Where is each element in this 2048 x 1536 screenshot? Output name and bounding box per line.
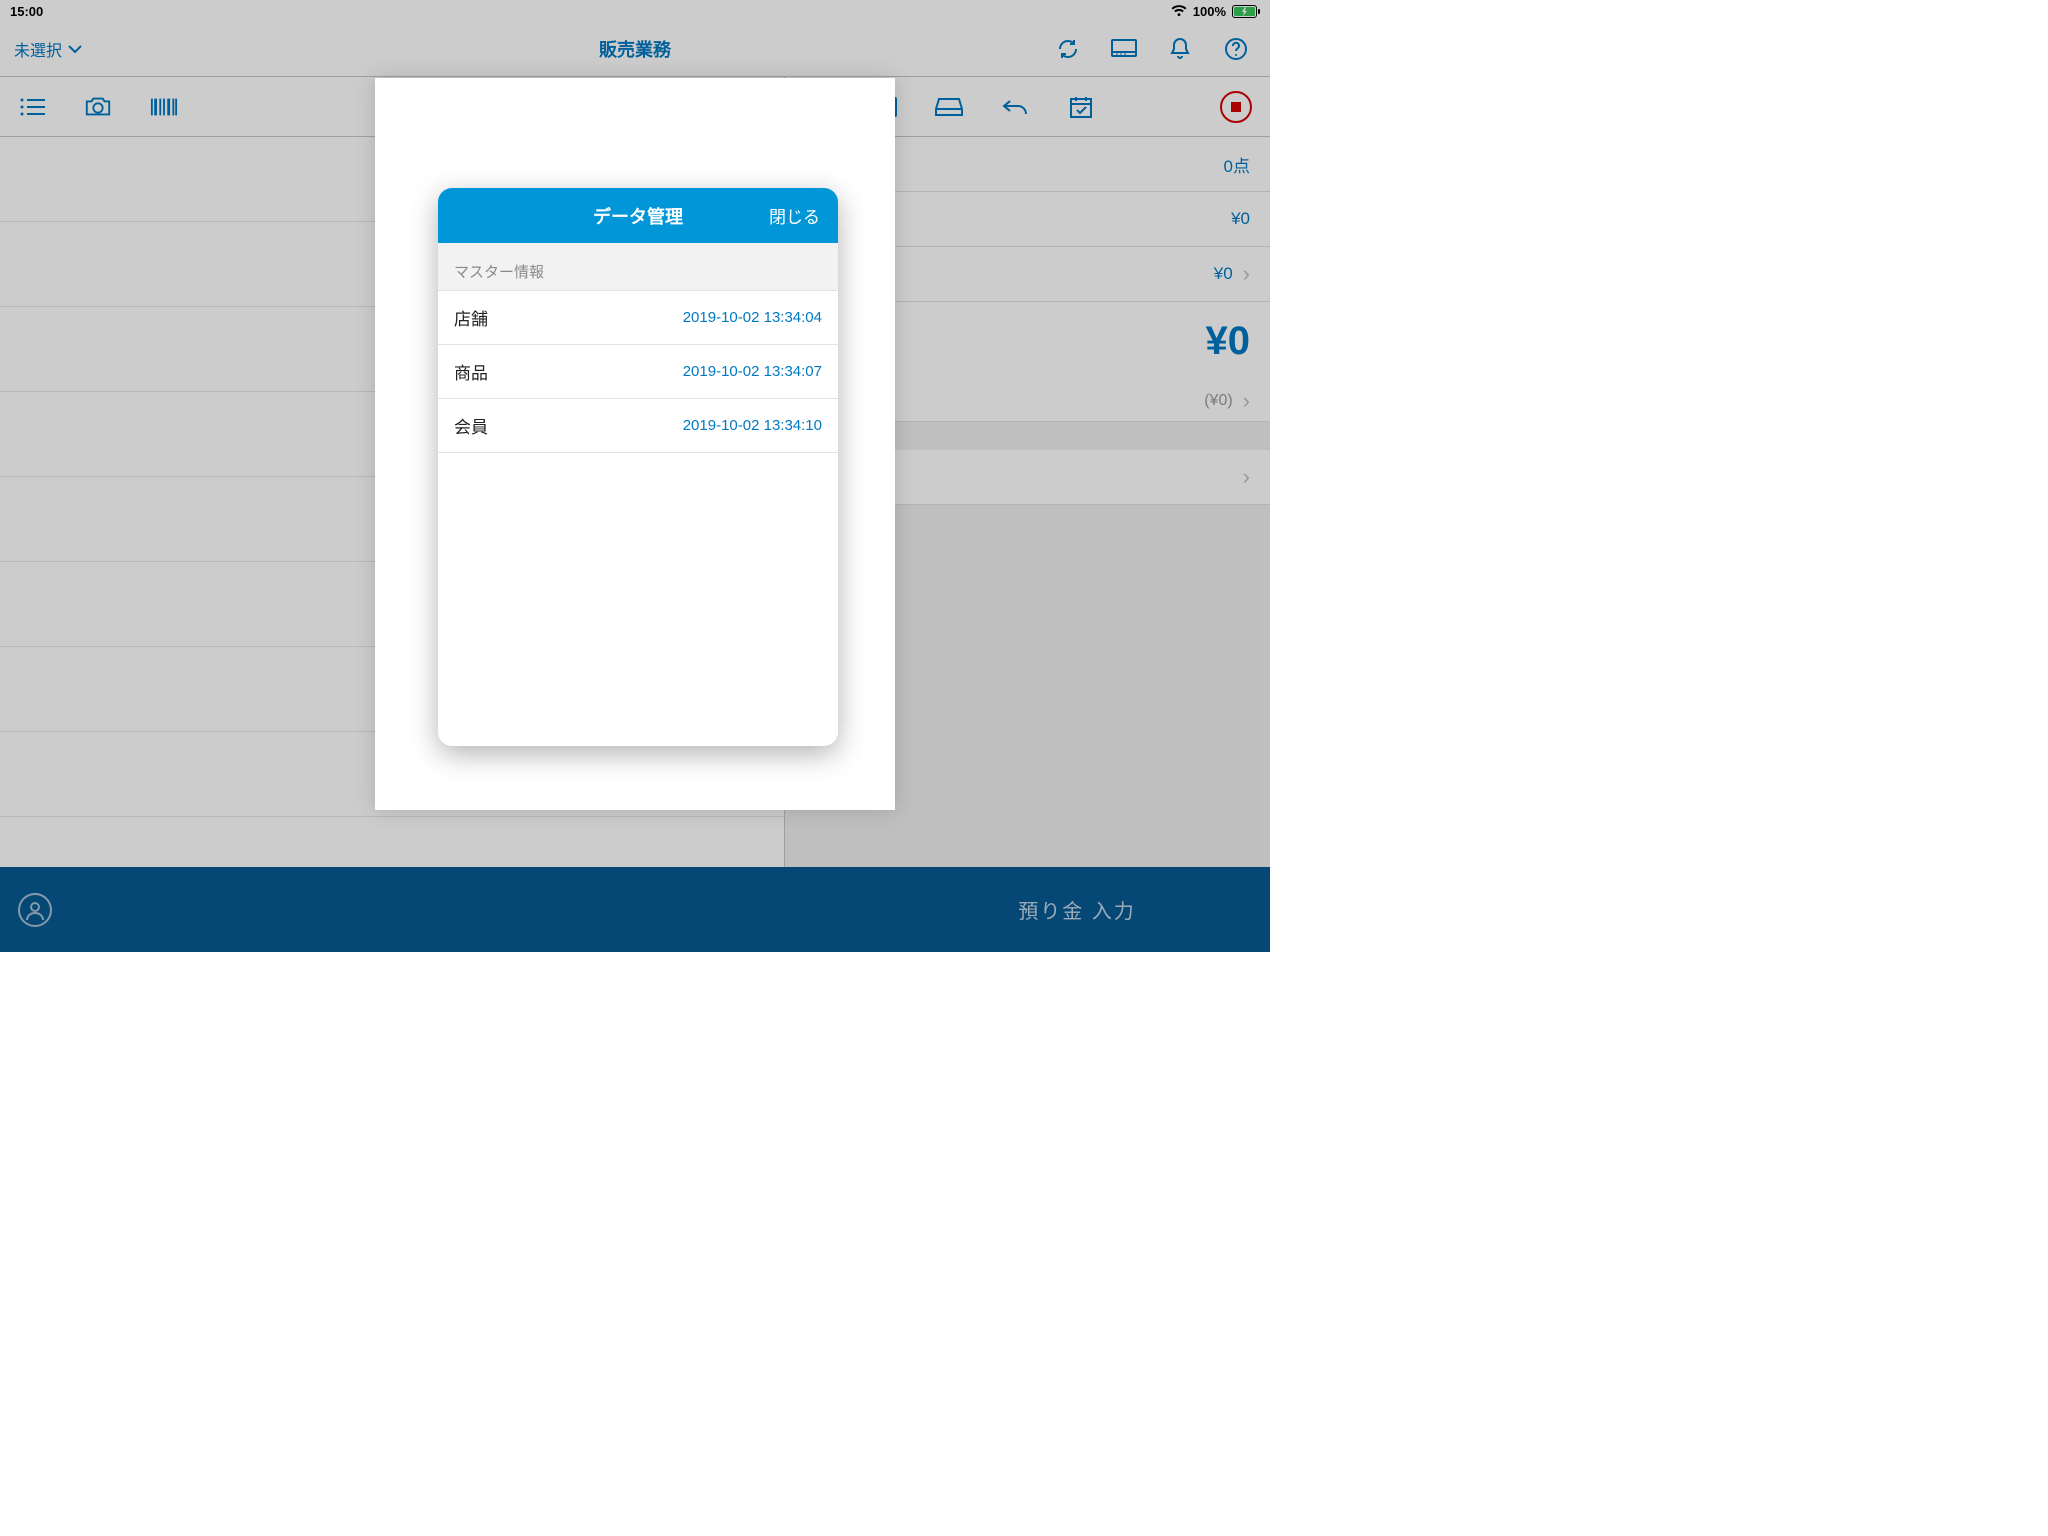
master-row-time: 2019-10-02 13:34:10 [683, 417, 822, 434]
master-row-store[interactable]: 店舗 2019-10-02 13:34:04 [438, 291, 838, 345]
master-row-label: 商品 [454, 359, 488, 384]
close-button[interactable]: 閉じる [769, 203, 838, 228]
master-row-member[interactable]: 会員 2019-10-02 13:34:10 [438, 399, 838, 453]
master-row-time: 2019-10-02 13:34:07 [683, 363, 822, 380]
master-row-time: 2019-10-02 13:34:04 [683, 309, 822, 326]
master-row-label: 会員 [454, 413, 488, 438]
data-management-popover: データ管理 閉じる マスター情報 店舗 2019-10-02 13:34:04 … [438, 188, 838, 746]
popover-section-header: マスター情報 [438, 243, 838, 291]
popover-body: 店舗 2019-10-02 13:34:04 商品 2019-10-02 13:… [438, 291, 838, 453]
popover-header: データ管理 閉じる [438, 188, 838, 243]
master-row-product[interactable]: 商品 2019-10-02 13:34:07 [438, 345, 838, 399]
master-row-label: 店舗 [454, 305, 488, 330]
